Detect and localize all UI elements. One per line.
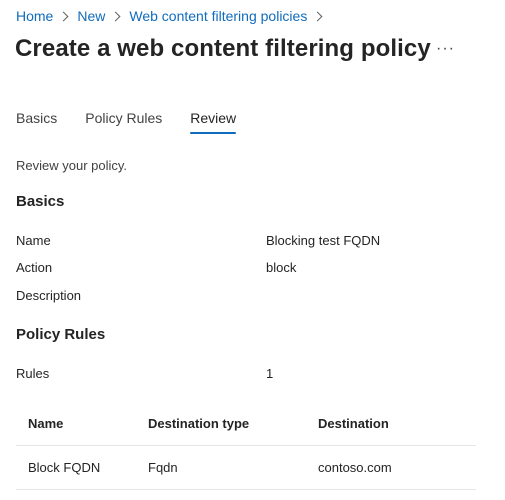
- more-options-button[interactable]: ···: [436, 40, 455, 58]
- name-label: Name: [16, 233, 51, 248]
- policy-rules-heading: Policy Rules: [16, 326, 106, 343]
- breadcrumb-web-content-filtering-policies[interactable]: Web content filtering policies: [129, 8, 307, 24]
- breadcrumb: Home New Web content filtering policies: [16, 8, 331, 24]
- chevron-right-icon: [110, 11, 121, 21]
- wizard-tabs: Basics Policy Rules Review: [16, 110, 264, 134]
- description-label: Description: [16, 288, 82, 303]
- action-value: block: [266, 260, 297, 275]
- column-header-name: Name: [28, 416, 64, 431]
- tab-review[interactable]: Review: [190, 110, 236, 134]
- review-intro: Review your policy.: [16, 158, 128, 173]
- table-row: Block FQDN Fqdn contoso.com: [16, 446, 476, 490]
- tab-basics[interactable]: Basics: [16, 110, 57, 134]
- breadcrumb-new[interactable]: New: [77, 8, 105, 24]
- chevron-right-icon: [58, 11, 69, 21]
- rules-count: 1: [266, 366, 274, 381]
- page-title: Create a web content filtering policy: [15, 35, 431, 62]
- chevron-right-icon: [312, 11, 323, 21]
- name-value: Blocking test FQDN: [266, 233, 381, 248]
- basics-heading: Basics: [16, 193, 65, 210]
- tab-policy-rules[interactable]: Policy Rules: [85, 110, 162, 134]
- rule-destination-type-cell: Fqdn: [148, 460, 178, 475]
- action-label: Action: [16, 260, 53, 275]
- rule-name-cell: Block FQDN: [28, 460, 101, 475]
- column-header-destination: Destination: [318, 416, 389, 431]
- table-header: Name Destination type Destination: [16, 402, 476, 446]
- rule-destination-cell: contoso.com: [318, 460, 392, 475]
- column-header-destination-type: Destination type: [148, 416, 250, 431]
- rules-table: Name Destination type Destination Block …: [16, 402, 476, 490]
- breadcrumb-home[interactable]: Home: [16, 8, 53, 24]
- rules-label: Rules: [16, 366, 50, 381]
